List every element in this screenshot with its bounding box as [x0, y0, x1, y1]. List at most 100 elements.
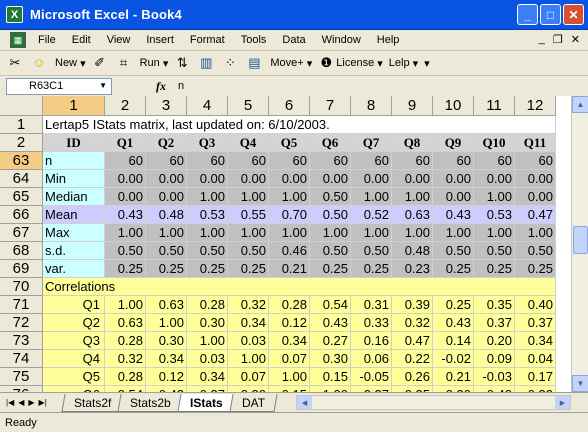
column-id-cell[interactable]: Q2: [146, 134, 187, 152]
stat-value-cell[interactable]: 1.00: [351, 188, 392, 206]
menu-help[interactable]: Help: [369, 34, 408, 46]
smiley-button[interactable]: ☺: [28, 53, 52, 73]
menu-view[interactable]: View: [99, 34, 139, 46]
column-header[interactable]: 3: [146, 96, 187, 116]
stat-value-cell[interactable]: 1.00: [187, 224, 228, 242]
stat-value-cell[interactable]: 0.43: [433, 206, 474, 224]
stat-value-cell[interactable]: 1.00: [392, 224, 433, 242]
chevron-down-icon[interactable]: ▼: [99, 81, 107, 90]
stat-value-cell[interactable]: 1.00: [310, 224, 351, 242]
stat-value-cell[interactable]: 60: [433, 152, 474, 170]
spreadsheet-grid[interactable]: 1 2 3 4 5 6 7 8 9 10 11 12 1 Lertap5 IStats matrix, l…: [0, 96, 588, 392]
stat-value-cell[interactable]: 0.48: [146, 206, 187, 224]
stat-value-cell[interactable]: 1.00: [146, 224, 187, 242]
stat-value-cell[interactable]: 0.50: [474, 242, 515, 260]
stat-value-cell[interactable]: 0.25: [146, 260, 187, 278]
corr-label-cell[interactable]: Q4: [43, 350, 105, 368]
corr-value-cell[interactable]: 0.12: [146, 368, 187, 386]
help-button[interactable]: Lelp ▾: [386, 53, 421, 73]
corr-label-cell[interactable]: Q2: [43, 314, 105, 332]
stat-value-cell[interactable]: 0.43: [105, 206, 146, 224]
stat-value-cell[interactable]: 1.00: [351, 224, 392, 242]
stat-value-cell[interactable]: 0.00: [105, 188, 146, 206]
corr-value-cell[interactable]: 0.32: [392, 314, 433, 332]
column-id-cell[interactable]: Q1: [105, 134, 146, 152]
stat-value-cell[interactable]: 0.48: [392, 242, 433, 260]
corr-value-cell[interactable]: 1.00: [228, 350, 269, 368]
first-sheet-icon[interactable]: |◀: [6, 398, 14, 407]
stat-value-cell[interactable]: 0.00: [269, 170, 310, 188]
corr-value-cell[interactable]: 0.30: [146, 332, 187, 350]
row-header[interactable]: 2: [0, 134, 43, 152]
column-id-cell[interactable]: Q5: [269, 134, 310, 152]
chart-button[interactable]: ▥: [195, 53, 219, 73]
tab-stats2b[interactable]: Stats2b: [117, 393, 184, 412]
scroll-down-icon[interactable]: ▼: [572, 375, 588, 392]
column-header[interactable]: 10: [433, 96, 474, 116]
stat-value-cell[interactable]: 0.50: [310, 206, 351, 224]
stat-value-cell[interactable]: 1.00: [105, 224, 146, 242]
stat-value-cell[interactable]: 1.00: [228, 188, 269, 206]
row-header[interactable]: 64: [0, 170, 43, 188]
function-icon[interactable]: fx: [156, 79, 166, 94]
stat-value-cell[interactable]: 60: [474, 152, 515, 170]
menu-insert[interactable]: Insert: [138, 34, 182, 46]
corr-value-cell[interactable]: 0.27: [310, 332, 351, 350]
corr-label-cell[interactable]: Q5: [43, 368, 105, 386]
column-id-cell[interactable]: Q6: [310, 134, 351, 152]
stat-value-cell[interactable]: 0.47: [515, 206, 556, 224]
menu-data[interactable]: Data: [274, 34, 313, 46]
stat-value-cell[interactable]: 1.00: [269, 224, 310, 242]
scroll-right-icon[interactable]: ▶: [555, 396, 570, 409]
stat-value-cell[interactable]: 0.53: [187, 206, 228, 224]
stat-value-cell[interactable]: 0.46: [269, 242, 310, 260]
column-id-cell[interactable]: Q3: [187, 134, 228, 152]
column-id-cell[interactable]: Q9: [433, 134, 474, 152]
corr-value-cell[interactable]: 1.00: [187, 332, 228, 350]
column-header[interactable]: 4: [187, 96, 228, 116]
scatter-button[interactable]: ⁘: [219, 53, 243, 73]
corr-value-cell[interactable]: 0.17: [515, 368, 556, 386]
column-header[interactable]: 5: [228, 96, 269, 116]
tab-stats2f[interactable]: Stats2f: [61, 393, 124, 412]
close-button[interactable]: ✕: [563, 4, 584, 25]
stat-value-cell[interactable]: 0.00: [474, 170, 515, 188]
column-id-cell[interactable]: Q10: [474, 134, 515, 152]
column-header[interactable]: 1: [43, 96, 105, 116]
corr-value-cell[interactable]: 0.34: [228, 314, 269, 332]
corr-value-cell[interactable]: 0.33: [351, 314, 392, 332]
maximize-button[interactable]: □: [540, 4, 561, 25]
corr-value-cell[interactable]: 0.63: [146, 296, 187, 314]
corr-value-cell[interactable]: 0.40: [515, 296, 556, 314]
stat-value-cell[interactable]: 0.50: [187, 242, 228, 260]
stat-value-cell[interactable]: 0.25: [515, 260, 556, 278]
stat-value-cell[interactable]: 0.50: [433, 242, 474, 260]
stat-label-cell[interactable]: s.d.: [43, 242, 105, 260]
corr-value-cell[interactable]: 0.16: [351, 332, 392, 350]
stat-value-cell[interactable]: 0.25: [187, 260, 228, 278]
title-cell[interactable]: Lertap5 IStats matrix, last updated on: …: [43, 116, 556, 134]
corr-value-cell[interactable]: 0.12: [269, 314, 310, 332]
column-id-cell[interactable]: Q11: [515, 134, 556, 152]
column-header[interactable]: 11: [474, 96, 515, 116]
stat-value-cell[interactable]: 1.00: [515, 224, 556, 242]
stat-value-cell[interactable]: 60: [515, 152, 556, 170]
column-header[interactable]: 2: [105, 96, 146, 116]
corr-value-cell[interactable]: 0.25: [433, 296, 474, 314]
corr-value-cell[interactable]: 0.37: [515, 314, 556, 332]
stat-value-cell[interactable]: 1.00: [474, 188, 515, 206]
corr-value-cell[interactable]: -0.02: [433, 350, 474, 368]
workbook-icon[interactable]: ▦: [10, 32, 26, 48]
menu-file[interactable]: File: [30, 34, 64, 46]
corr-value-cell[interactable]: 1.00: [269, 368, 310, 386]
corr-value-cell[interactable]: 0.63: [105, 314, 146, 332]
stat-label-cell[interactable]: n: [43, 152, 105, 170]
stat-value-cell[interactable]: 0.50: [310, 242, 351, 260]
tool-button-1[interactable]: ✐: [89, 53, 113, 73]
corr-value-cell[interactable]: -0.03: [474, 368, 515, 386]
stat-value-cell[interactable]: 0.00: [351, 170, 392, 188]
corr-value-cell[interactable]: 0.20: [474, 332, 515, 350]
corr-value-cell[interactable]: 0.32: [105, 350, 146, 368]
stat-value-cell[interactable]: 1.00: [474, 224, 515, 242]
column-header[interactable]: 6: [269, 96, 310, 116]
